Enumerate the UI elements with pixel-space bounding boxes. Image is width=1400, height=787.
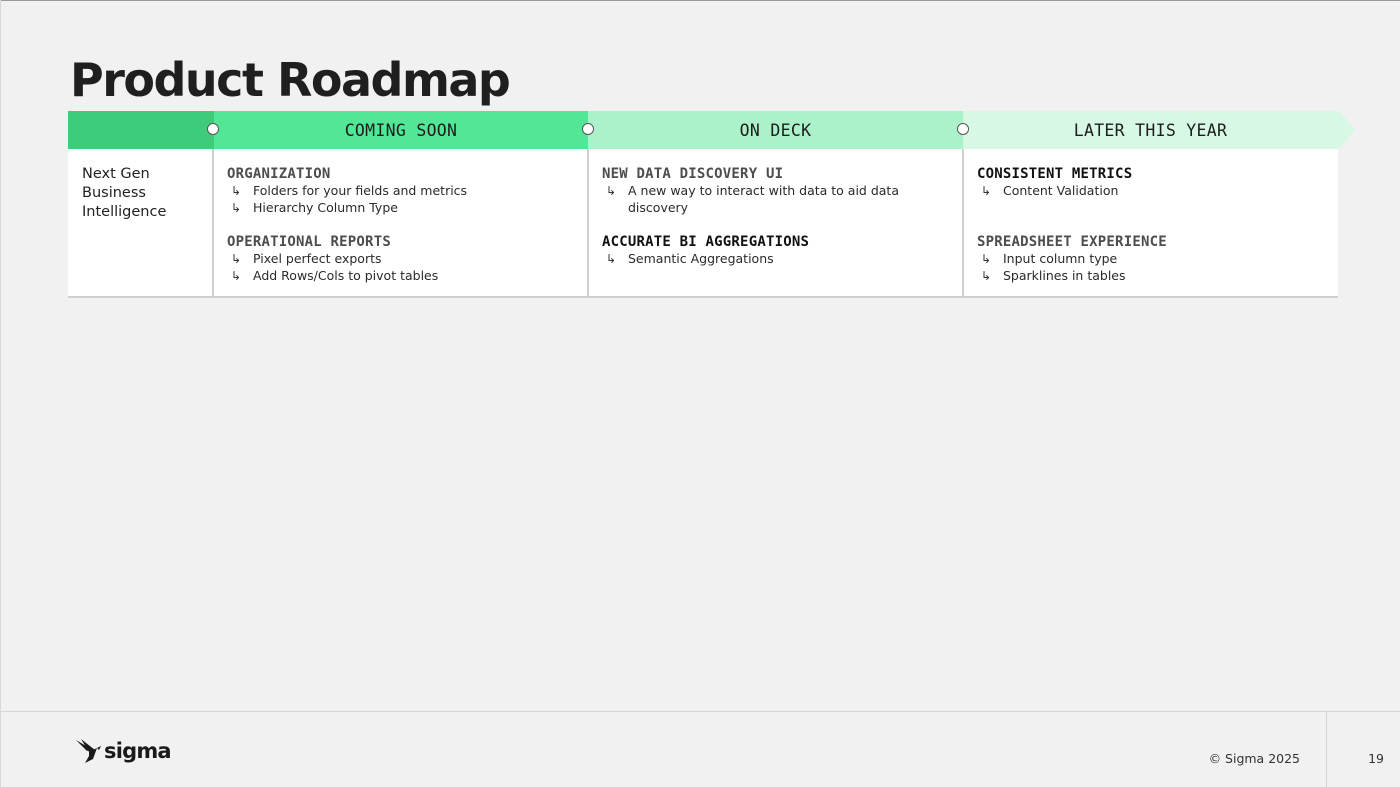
row-label-line: Business [82, 185, 146, 201]
milestone-node-3 [957, 123, 969, 135]
feature-item: ↳ Semantic Aggregations [606, 251, 774, 266]
subitem-arrow-icon: ↳ [231, 184, 242, 198]
feature-item: ↳ A new way to interact with data to aid … [606, 183, 899, 198]
column-header-on-deck: ON DECK [739, 121, 812, 140]
feature-group: ACCURATE BI AGGREGATIONS ↳ Semantic Aggre… [602, 234, 942, 268]
feature-item: ↳ Hierarchy Column Type [231, 199, 398, 215]
feature-group-title: OPERATIONAL REPORTS [227, 234, 391, 250]
footer-vertical-divider [1326, 711, 1327, 787]
feature-item: ↳ Content Validation [981, 183, 1119, 198]
footer-divider [0, 711, 1400, 712]
feature-group-title: ORGANIZATION [227, 166, 331, 182]
subitem-arrow-icon: ↳ [606, 252, 617, 266]
subitem-arrow-icon: ↳ [606, 184, 617, 198]
subitem-arrow-icon: ↳ [231, 268, 242, 283]
subitem-arrow-icon: ↳ [231, 252, 242, 266]
feature-item: ↳ Add Rows/Cols to pivot tables [231, 267, 439, 283]
left-border [0, 0, 1, 787]
page-number: 19 [1368, 751, 1384, 766]
subitem-arrow-icon: ↳ [231, 200, 242, 215]
column-divider [587, 149, 589, 297]
feature-group-title: SPREADSHEET EXPERIENCE [977, 234, 1167, 250]
column-divider [962, 149, 964, 297]
logo-wordmark: sigma [104, 739, 172, 763]
feature-item: ↳ Sparklines in tables [981, 267, 1126, 283]
sigma-logo: sigma [75, 736, 172, 766]
row-label-line: Intelligence [82, 204, 167, 220]
feature-group: SPREADSHEET EXPERIENCE ↳ Input column typ… [977, 234, 1317, 284]
sigma-bird-icon [76, 739, 101, 763]
feature-group: CONSISTENT METRICS ↳ Content Validation [977, 166, 1317, 200]
page-title: Product Roadmap [70, 53, 511, 107]
copyright-text: © Sigma 2025 [1208, 751, 1300, 766]
column-divider [212, 149, 214, 297]
milestone-node-1 [207, 123, 219, 135]
feature-group-title: NEW DATA DISCOVERY UI [602, 166, 784, 182]
subitem-arrow-icon: ↳ [981, 252, 992, 266]
column-header-later-this-year: LATER THIS YEAR [1073, 121, 1228, 140]
feature-item-continuation: discovery [628, 199, 689, 215]
column-header-coming-soon: COMING SOON [344, 121, 458, 140]
subitem-arrow-icon: ↳ [981, 268, 992, 283]
feature-item: ↳ Pixel perfect exports [231, 251, 382, 266]
row-label: Next Gen Business Intelligence [82, 165, 210, 222]
feature-group: NEW DATA DISCOVERY UI ↳ A new way to inte… [602, 166, 942, 216]
row-label-line: Next Gen [82, 166, 150, 182]
top-border [0, 0, 1400, 1]
feature-group: OPERATIONAL REPORTS ↳ Pixel perfect expor… [227, 234, 567, 284]
feature-group: ORGANIZATION ↳ Folders for your fields an… [227, 166, 567, 216]
feature-group-title: ACCURATE BI AGGREGATIONS [602, 234, 810, 250]
feature-group-title: CONSISTENT METRICS [977, 166, 1133, 182]
feature-item: ↳ Folders for your fields and metrics [231, 183, 468, 198]
feature-item: ↳ Input column type [981, 251, 1118, 266]
band-row-header [68, 111, 214, 149]
table-bottom-border [68, 296, 1338, 298]
milestone-node-2 [582, 123, 594, 135]
subitem-arrow-icon: ↳ [981, 184, 992, 198]
